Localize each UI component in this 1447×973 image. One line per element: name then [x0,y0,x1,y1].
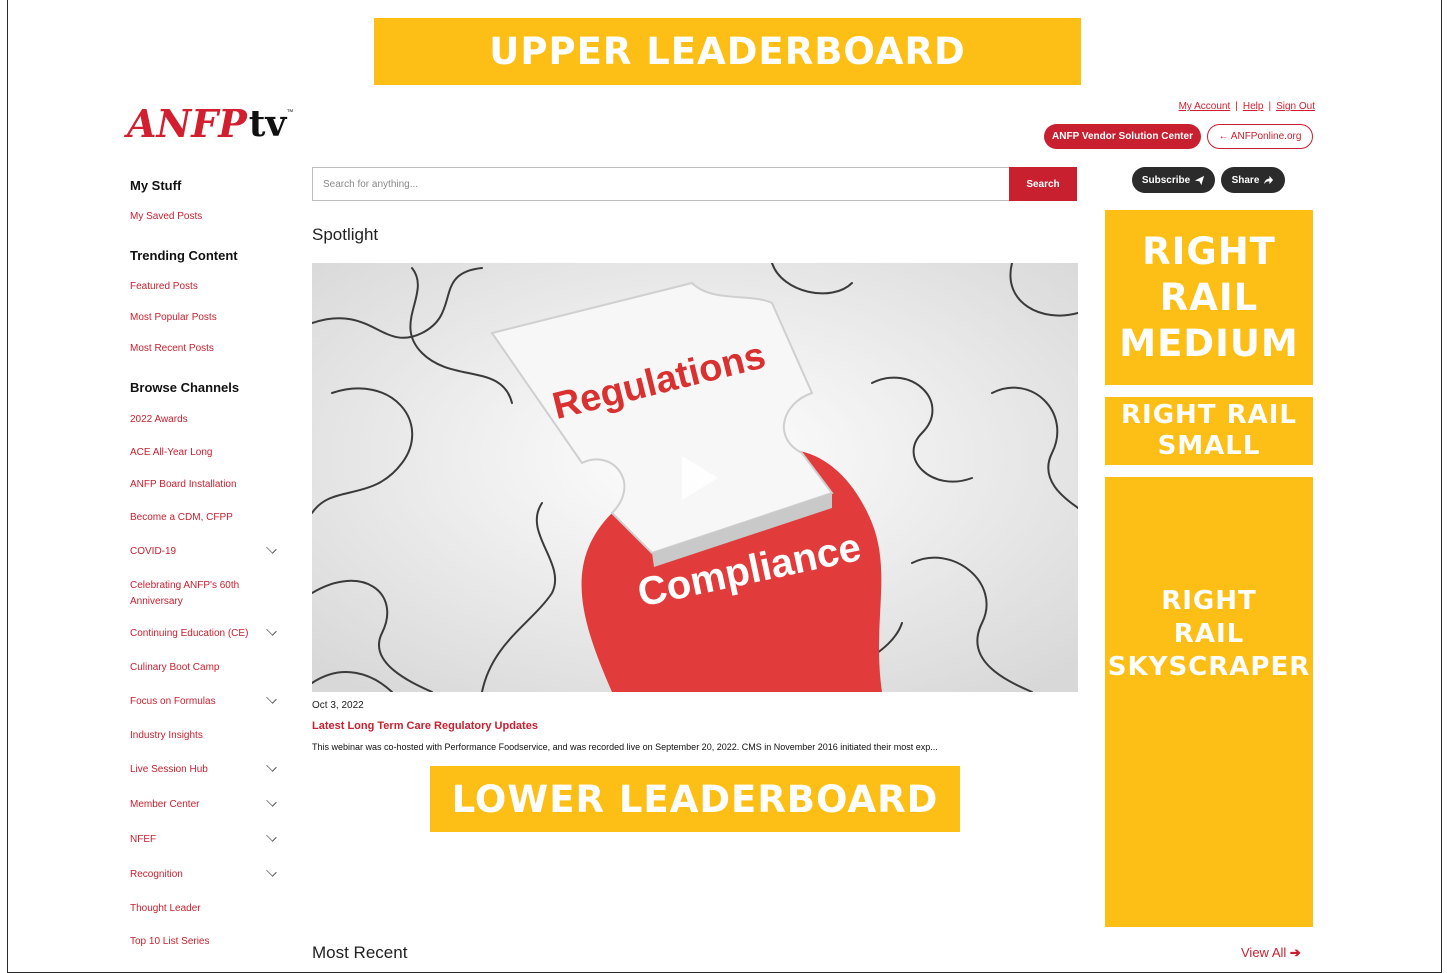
sidebar-channel[interactable]: Thought Leader [130,901,201,917]
sidebar-channel[interactable]: 2022 Awards [130,412,188,428]
logo-trademark: ™ [286,109,294,116]
anfptv-logo[interactable]: ANFP tv ™ [127,101,294,146]
right-rail-skyscraper-ad[interactable]: RIGHT RAIL SKYSCRAPER [1105,477,1313,927]
sidebar-channel[interactable]: ANFP Board Installation [130,477,237,493]
my-stuff-heading: My Stuff [130,178,182,193]
help-link[interactable]: Help [1243,101,1264,112]
sidebar-item-most-recent[interactable]: Most Recent Posts [130,341,214,357]
sidebar-item-featured[interactable]: Featured Posts [130,279,198,295]
sidebar-channel[interactable]: Become a CDM, CFPP [130,510,233,526]
right-rail-medium-ad[interactable]: RIGHT RAIL MEDIUM [1105,210,1313,385]
share-label: Share [1231,174,1260,186]
logo-anfp-text: ANFP [127,101,247,146]
post-title-link[interactable]: Latest Long Term Care Regulatory Updates [312,720,538,732]
arrow-right-icon: ➔ [1289,945,1301,960]
post-excerpt: This webinar was co-hosted with Performa… [312,742,938,752]
share-button[interactable]: Share [1221,167,1285,193]
vendor-solution-center-button[interactable]: ANFP Vendor Solution Center [1044,124,1201,149]
subscribe-button[interactable]: Subscribe [1132,167,1215,193]
sidebar-channel[interactable]: Top 10 List Series [130,934,210,950]
upper-leaderboard-ad[interactable]: UPPER LEADERBOARD [374,18,1081,85]
spotlight-heading: Spotlight [312,225,379,244]
sidebar-channel[interactable]: Focus on Formulas [130,694,216,710]
search-input[interactable] [312,167,1009,201]
sidebar-channel[interactable]: NFEF [130,832,156,848]
sidebar-channel[interactable]: Continuing Education (CE) [130,626,248,642]
sidebar-channel[interactable]: ACE All-Year Long [130,445,212,461]
lower-leaderboard-ad[interactable]: LOWER LEADERBOARD [430,766,960,832]
sidebar-channel[interactable]: Member Center [130,797,199,813]
post-date: Oct 3, 2022 [312,700,364,711]
anfponline-button[interactable]: ← ANFPonline.org [1207,124,1313,149]
most-recent-heading: Most Recent [312,943,408,962]
link-separator: | [1235,101,1238,112]
sidebar-channel-continued[interactable]: Anniversary [130,594,183,610]
browse-heading: Browse Channels [130,380,240,395]
link-separator: | [1268,101,1272,112]
view-all-label: View All [1241,945,1287,960]
video-thumbnail: Regulations Compliance [312,263,1078,692]
logo-tv-text: tv [248,103,287,145]
sidebar-channel[interactable]: Live Session Hub [130,762,208,778]
trending-heading: Trending Content [130,248,238,263]
sidebar-item-most-popular[interactable]: Most Popular Posts [130,310,217,326]
account-links: My Account | Help | Sign Out [1179,101,1315,112]
my-account-link[interactable]: My Account [1179,101,1231,112]
sign-out-link[interactable]: Sign Out [1276,101,1315,112]
search-button[interactable]: Search [1009,167,1077,201]
right-rail-small-ad[interactable]: RIGHT RAIL SMALL [1105,397,1313,465]
sidebar-channel[interactable]: Industry Insights [130,728,203,744]
sidebar-item-saved-posts[interactable]: My Saved Posts [130,209,202,225]
sidebar-channel[interactable]: Recognition [130,867,183,883]
paper-plane-icon [1195,175,1205,185]
search-bar: Search [312,167,1077,201]
subscribe-label: Subscribe [1141,174,1191,186]
sidebar-channel[interactable]: Culinary Boot Camp [130,660,219,676]
sidebar-channel[interactable]: COVID-19 [130,544,176,560]
sidebar-channel[interactable]: Celebrating ANFP's 60th [130,578,239,594]
spotlight-video[interactable]: Regulations Compliance [312,263,1078,692]
view-all-link[interactable]: View All ➔ [1241,945,1301,961]
share-arrow-icon [1264,175,1274,184]
